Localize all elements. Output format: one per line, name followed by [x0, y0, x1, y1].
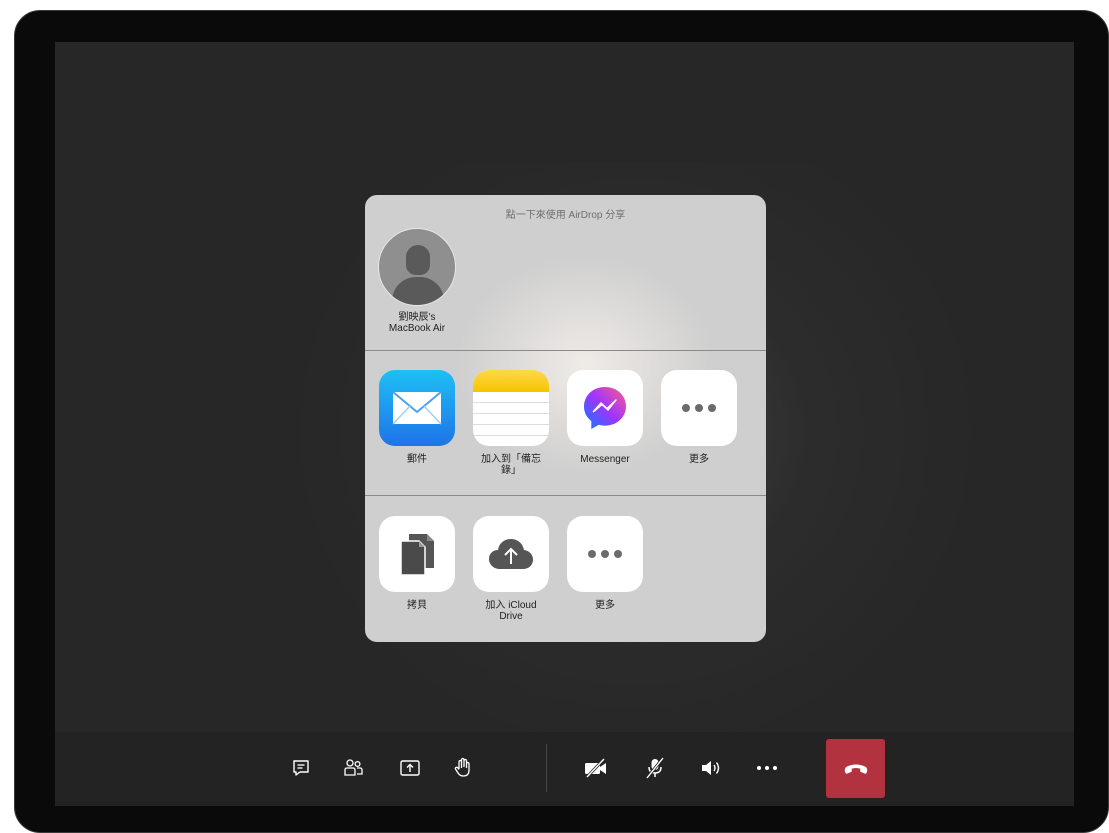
microphone-toggle-button[interactable] — [635, 748, 675, 788]
meeting-toolbar — [55, 732, 1074, 806]
airdrop-device-target[interactable]: 劉映辰's MacBook Air — [377, 228, 457, 334]
toolbar-separator — [546, 744, 547, 792]
share-app-messenger[interactable]: Messenger — [565, 370, 645, 465]
share-action-label: 加入 iCloud Drive — [485, 600, 537, 622]
more-options-button[interactable] — [747, 748, 787, 788]
speaker-button[interactable] — [691, 748, 731, 788]
share-app-notes[interactable]: 加入到「備忘 錄」 — [471, 370, 551, 476]
mic-muted-icon — [645, 757, 665, 779]
chat-icon — [293, 760, 309, 776]
participants-icon — [344, 759, 363, 776]
participants-button[interactable] — [333, 748, 373, 788]
notes-icon — [473, 370, 549, 446]
messenger-icon — [567, 370, 643, 446]
airdrop-title: 點一下來使用 AirDrop 分享 — [505, 210, 626, 221]
hang-up-button[interactable] — [826, 739, 885, 798]
mail-icon — [379, 370, 455, 446]
icloud-upload-icon — [473, 516, 549, 592]
device-frame: 點一下來使用 AirDrop 分享 劉映辰's MacBook Air 郵件 加… — [14, 10, 1109, 833]
more-dots-icon — [567, 516, 643, 592]
camera-toggle-button[interactable] — [576, 748, 616, 788]
share-sheet: 點一下來使用 AirDrop 分享 劉映辰's MacBook Air 郵件 加… — [365, 195, 766, 642]
share-app-label: 更多 — [689, 454, 709, 465]
section-divider — [365, 350, 766, 351]
speaker-icon — [702, 761, 720, 775]
raise-hand-button[interactable] — [443, 748, 483, 788]
share-app-more[interactable]: 更多 — [659, 370, 739, 465]
airdrop-device-name: 劉映辰's MacBook Air — [388, 312, 446, 334]
share-app-label: 加入到「備忘 錄」 — [481, 454, 541, 476]
share-action-label: 拷貝 — [407, 600, 427, 611]
copy-icon — [379, 516, 455, 592]
chat-button[interactable] — [281, 748, 321, 788]
person-silhouette-icon — [378, 228, 456, 306]
share-app-label: Messenger — [580, 454, 630, 465]
airdrop-section: 點一下來使用 AirDrop 分享 劉映辰's MacBook Air — [365, 195, 766, 350]
more-options-icon — [757, 766, 777, 770]
camera-off-icon — [585, 758, 606, 778]
action-icloud-drive[interactable]: 加入 iCloud Drive — [471, 516, 551, 622]
meeting-screen: 點一下來使用 AirDrop 分享 劉映辰's MacBook Air 郵件 加… — [55, 42, 1074, 806]
share-screen-icon — [400, 760, 420, 776]
share-action-label: 更多 — [595, 600, 615, 611]
share-screen-button[interactable] — [390, 748, 430, 788]
more-dots-icon — [661, 370, 737, 446]
section-divider — [365, 495, 766, 496]
hang-up-icon — [844, 764, 867, 774]
share-app-mail[interactable]: 郵件 — [377, 370, 457, 465]
action-copy[interactable]: 拷貝 — [377, 516, 457, 611]
action-more[interactable]: 更多 — [565, 516, 645, 611]
share-app-label: 郵件 — [407, 454, 427, 465]
raise-hand-icon — [454, 757, 470, 777]
